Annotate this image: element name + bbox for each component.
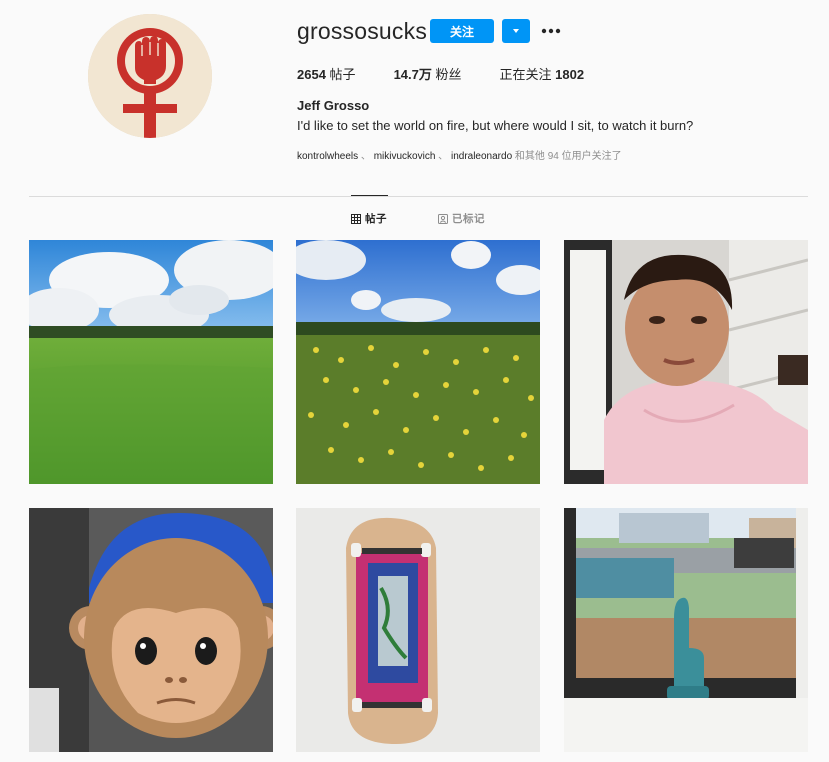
followers-count[interactable]: 14.7万 粉丝 <box>394 64 462 83</box>
profile-avatar[interactable] <box>88 14 212 138</box>
post-thumbnail[interactable] <box>564 240 808 484</box>
post-thumbnail[interactable] <box>296 240 540 484</box>
posts-count: 2654 帖子 <box>297 67 356 82</box>
post-thumbnail[interactable] <box>564 508 808 752</box>
grid-icon <box>351 213 361 224</box>
username: grossosucks <box>297 18 428 44</box>
followed-by-suffix: 和其他 94 位用户关注了 <box>514 151 622 162</box>
followed-by-account[interactable]: indraleonardo <box>451 151 512 162</box>
follow-button[interactable]: 关注 <box>430 19 494 43</box>
followed-by-account[interactable]: mikivuckovich <box>374 151 436 162</box>
more-options-button[interactable] <box>540 20 562 42</box>
post-thumbnail[interactable] <box>296 508 540 752</box>
bio-text: I'd like to set the world on fire, but w… <box>297 118 694 133</box>
followed-by[interactable]: kontrolwheels 、 mikivuckovich 、 indraleo… <box>297 147 622 162</box>
ellipsis-icon <box>541 28 561 34</box>
post-thumbnail[interactable] <box>29 508 273 752</box>
following-count[interactable]: 正在关注 1802 <box>500 64 585 83</box>
suggested-accounts-button[interactable] <box>502 19 530 43</box>
profile-stats: 2654 帖子 14.7万 粉丝 正在关注 1802 <box>297 64 622 83</box>
triangle-down-icon <box>513 29 519 33</box>
tab-posts[interactable]: 帖子 <box>351 211 387 226</box>
post-thumbnail[interactable] <box>29 240 273 484</box>
full-name: Jeff Grosso <box>297 98 370 113</box>
followed-by-account[interactable]: kontrolwheels <box>297 151 358 162</box>
tagged-icon <box>438 213 448 224</box>
tabs-divider <box>29 196 808 197</box>
active-tab-indicator <box>351 195 388 196</box>
tab-tagged[interactable]: 已标记 <box>438 211 485 226</box>
